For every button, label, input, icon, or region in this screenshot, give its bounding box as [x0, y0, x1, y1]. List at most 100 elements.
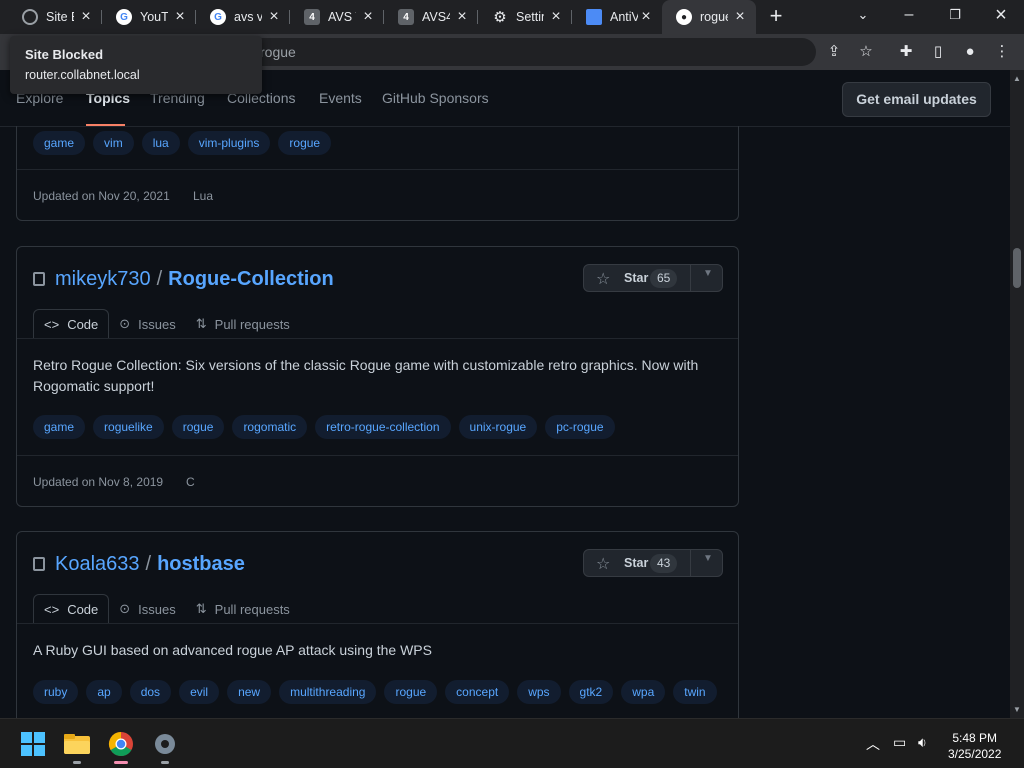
topic-tag[interactable]: pc-rogue [545, 415, 615, 439]
get-email-updates-button[interactable]: Get email updates [842, 82, 991, 117]
maximize-button[interactable]: ❐ [932, 0, 978, 34]
topic-tag[interactable]: lua [141, 131, 180, 155]
share-icon[interactable]: ⇪ [824, 42, 844, 62]
topic-tag[interactable]: wpa [621, 680, 666, 704]
tab-settings[interactable]: ⚙ Settings × [478, 0, 572, 34]
topic-tag[interactable]: concept [445, 680, 510, 704]
star-count: 65 [650, 269, 678, 288]
network-icon[interactable]: ▭ [893, 734, 906, 751]
repo-name-link[interactable]: Rogue-Collection [168, 268, 334, 291]
google-icon: G [116, 9, 132, 25]
close-icon[interactable]: × [266, 9, 282, 25]
topic-tag[interactable]: vim-plugins [187, 131, 271, 155]
tab-issues[interactable]: ⊙ Issues [109, 594, 185, 624]
star-separator [690, 265, 691, 291]
topic-list: ruby ap dos evil new multithreading rogu… [33, 680, 717, 704]
repo-heading: Koala633 / hostbase [33, 552, 245, 576]
close-icon[interactable]: × [172, 9, 188, 25]
tab-avs4[interactable]: 4 AVS4 × [384, 0, 478, 34]
profile-icon[interactable]: ● [960, 42, 980, 62]
close-icon[interactable]: × [732, 9, 748, 25]
address-bar[interactable]: rogue [240, 38, 816, 66]
chrome-button[interactable] [105, 728, 137, 764]
tab-title: AVS V [328, 10, 356, 24]
star-button[interactable]: ☆ Star 43 ▼ [583, 549, 723, 577]
chevron-down-icon[interactable]: ▼ [703, 268, 713, 279]
start-button[interactable] [17, 728, 49, 760]
google-icon: G [210, 9, 226, 25]
tab-rogue[interactable]: ● rogue × [662, 0, 756, 34]
tab-title: avs vi [234, 10, 262, 24]
topic-tag[interactable]: rogue [171, 415, 225, 439]
system-clock[interactable]: 5:48 PM 3/25/2022 [948, 730, 1001, 762]
popup-subtitle: router.collabnet.local [25, 68, 140, 82]
tab-search-icon[interactable]: ⌄ [840, 0, 886, 34]
topic-tag[interactable]: game [33, 131, 86, 155]
tab-antiv[interactable]: AntiV × [572, 0, 662, 34]
minimize-button[interactable]: – [886, 0, 932, 34]
tab-label: Issues [138, 316, 176, 332]
tab-avs-search[interactable]: G avs vi × [196, 0, 290, 34]
topic-tag[interactable]: twin [673, 680, 717, 704]
repo-owner-link[interactable]: mikeyk730 [55, 268, 151, 291]
clock-date: 3/25/2022 [948, 747, 1002, 761]
tab-title: Settings [516, 10, 544, 24]
topic-tag[interactable]: rogue [384, 680, 438, 704]
nav-github-sponsors[interactable]: GitHub Sponsors [382, 90, 489, 106]
topic-tag[interactable]: gtk2 [568, 680, 614, 704]
close-icon[interactable]: × [548, 9, 564, 25]
scroll-up-icon[interactable]: ▲ [1013, 74, 1021, 83]
repo-language: C [186, 475, 195, 489]
new-tab-button[interactable]: + [764, 5, 788, 29]
close-icon[interactable]: × [638, 9, 654, 25]
chevron-down-icon[interactable]: ▼ [703, 553, 713, 564]
updated-date: Updated on Nov 20, 2021 [33, 189, 170, 203]
scroll-down-icon[interactable]: ▼ [1013, 705, 1021, 714]
side-panel-icon[interactable]: ▯ [928, 42, 948, 62]
tab-issues[interactable]: ⊙ Issues [109, 309, 185, 339]
bookmark-star-icon[interactable]: ☆ [856, 42, 876, 62]
page-scrollbar[interactable]: ▲ ▼ [1010, 70, 1024, 718]
tab-pull-requests[interactable]: ⇅ Pull requests [186, 309, 300, 339]
chevron-up-icon[interactable]: ︿ [866, 734, 880, 754]
tab-label: Issues [138, 601, 176, 617]
settings-app-button[interactable] [149, 728, 181, 764]
window-close-button[interactable]: × [978, 0, 1024, 34]
tab-label: Code [67, 602, 99, 617]
tab-code[interactable]: <> Code [33, 309, 110, 339]
topic-tag[interactable]: ruby [33, 680, 79, 704]
nav-events[interactable]: Events [319, 90, 362, 106]
star-button[interactable]: ☆ Star 65 ▼ [583, 264, 723, 292]
topic-tag[interactable]: rogomatic [232, 415, 308, 439]
github-icon: ● [676, 9, 692, 25]
updated-date: Updated on Nov 8, 2019 [33, 475, 164, 489]
topic-tag[interactable]: dos [129, 680, 172, 704]
topic-tag[interactable]: game [33, 415, 86, 439]
repo-owner-link[interactable]: Koala633 [55, 553, 140, 576]
close-icon[interactable]: × [454, 9, 470, 25]
repo-name-link[interactable]: hostbase [157, 553, 245, 576]
topic-tag[interactable]: roguelike [93, 415, 164, 439]
tab-youtube[interactable]: G YouTube × [102, 0, 196, 34]
close-icon[interactable]: × [78, 9, 94, 25]
tab-code[interactable]: <> Code [33, 594, 110, 624]
scrollbar-thumb[interactable] [1013, 248, 1021, 288]
file-explorer-button[interactable] [61, 728, 93, 764]
topic-tag[interactable]: vim [93, 131, 134, 155]
topic-tag[interactable]: rogue [278, 131, 332, 155]
tab-pull-requests[interactable]: ⇅ Pull requests [186, 594, 300, 624]
gear-icon: ⚙ [493, 9, 507, 26]
topic-tag[interactable]: wps [517, 680, 561, 704]
tab-avs-v[interactable]: 4 AVS V × [290, 0, 384, 34]
tab-site-blocked[interactable]: Site Blocked × [8, 0, 102, 34]
topic-tag[interactable]: unix-rogue [458, 415, 538, 439]
topic-tag[interactable]: ap [86, 680, 122, 704]
topic-tag[interactable]: multithreading [279, 680, 377, 704]
topic-tag[interactable]: evil [179, 680, 220, 704]
extensions-icon[interactable]: ✚ [896, 42, 916, 62]
topic-tag[interactable]: retro-rogue-collection [315, 415, 451, 439]
menu-icon[interactable]: ⋮ [992, 42, 1012, 62]
topic-tag[interactable]: new [227, 680, 272, 704]
close-icon[interactable]: × [360, 9, 376, 25]
volume-icon[interactable]: 🔉︎ [918, 734, 927, 751]
